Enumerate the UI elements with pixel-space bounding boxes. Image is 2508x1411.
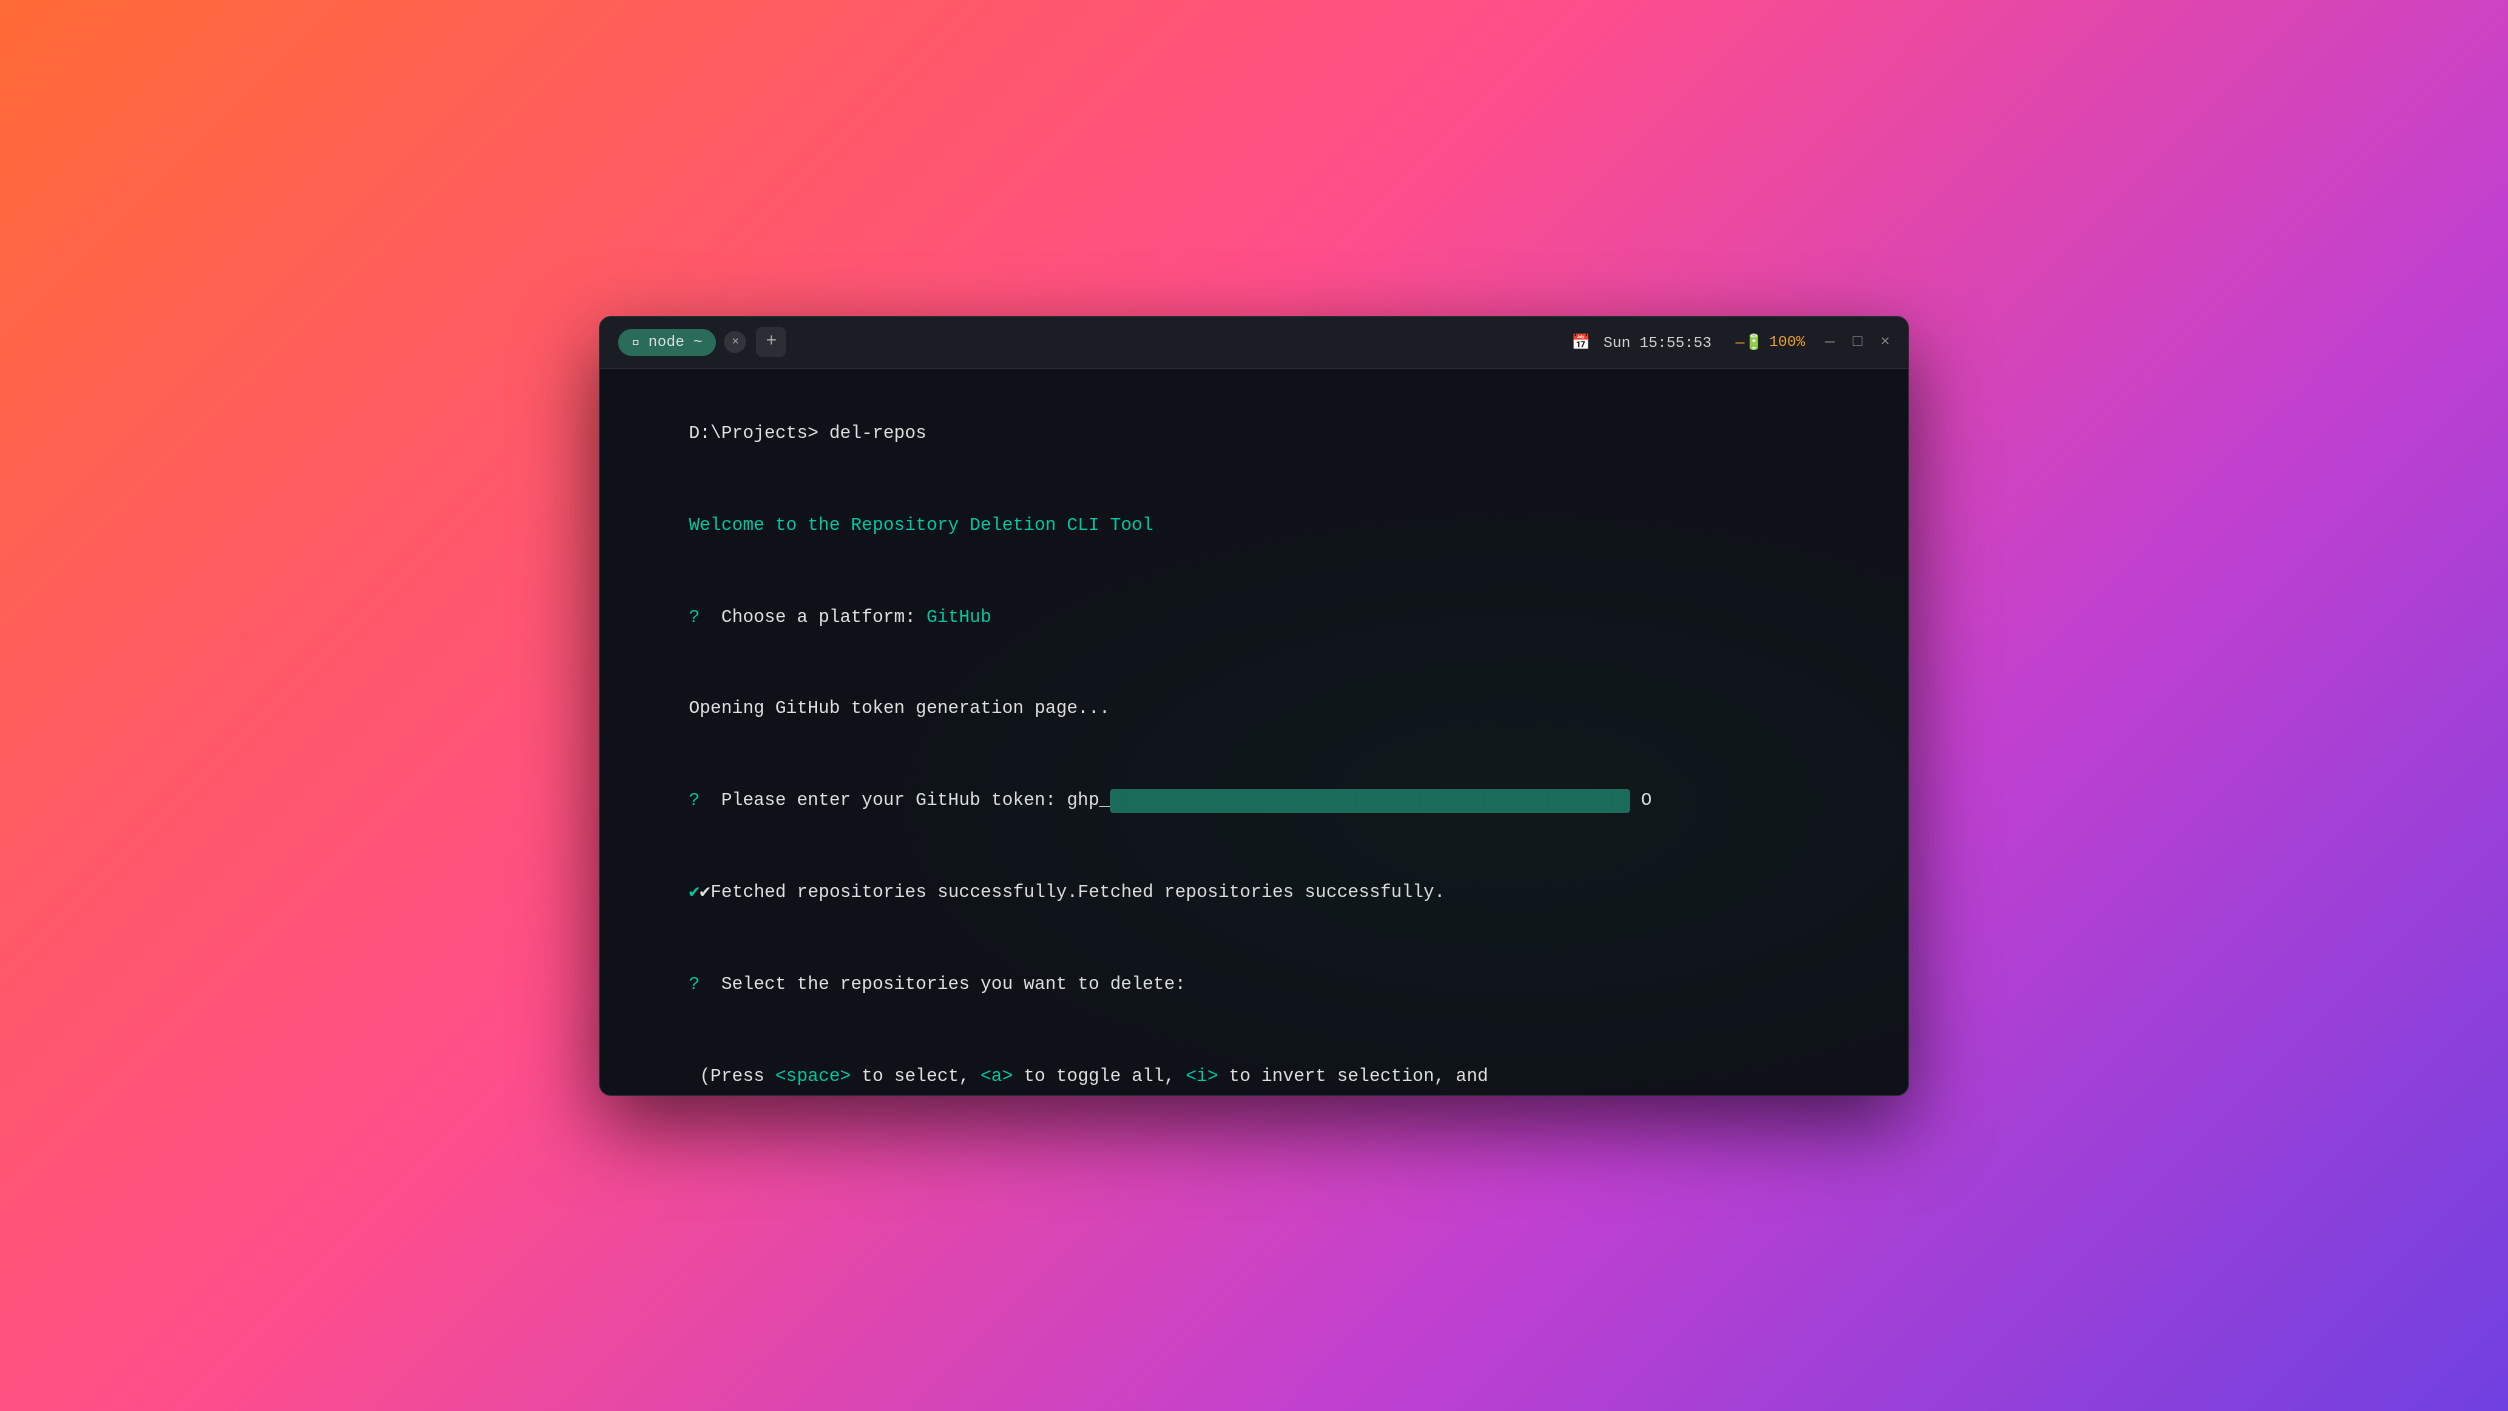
tab-label: node ~	[648, 334, 702, 351]
terminal-select-line: ? Select the repositories you want to de…	[624, 939, 1884, 1031]
terminal-window:  node ~ × + 📅 Sun 15:55:53 —🔋 100% — □ …	[599, 316, 1909, 1096]
question-mark-2: ?	[689, 791, 711, 811]
terminal-body[interactable]: D:\Projects> del-repos Welcome to the Re…	[600, 369, 1908, 1095]
active-tab[interactable]:  node ~	[618, 329, 716, 356]
maximize-button[interactable]: □	[1853, 333, 1863, 351]
terminal-prompt-line: D:\Projects> del-repos	[624, 389, 1884, 481]
window-controls: — □ ×	[1825, 333, 1890, 351]
titlebar:  node ~ × + 📅 Sun 15:55:53 —🔋 100% — □ …	[600, 317, 1908, 369]
question-mark-3: ?	[689, 975, 711, 995]
battery-display: —🔋 100%	[1735, 333, 1805, 352]
terminal-token-line: ? Please enter your GitHub token: ghp_██…	[624, 756, 1884, 848]
terminal-platform-line: ? Choose a platform: GitHub	[624, 572, 1884, 664]
minimize-button[interactable]: —	[1825, 333, 1835, 351]
token-hidden: ████████████████████████████████████████	[1110, 789, 1630, 813]
close-tab-button[interactable]: ×	[724, 331, 746, 353]
checkmark-icon: ✔	[689, 883, 700, 903]
apple-icon: 	[632, 334, 640, 350]
titlebar-right: 📅 Sun 15:55:53 —🔋 100%	[1572, 333, 1805, 352]
datetime-display: 📅 Sun 15:55:53	[1572, 333, 1712, 352]
question-mark-1: ?	[689, 608, 711, 628]
terminal-welcome-line: Welcome to the Repository Deletion CLI T…	[624, 480, 1884, 572]
terminal-fetched-line: ✔✔Fetched repositories successfully.Fetc…	[624, 847, 1884, 939]
terminal-opening-line: Opening GitHub token generation page...	[624, 664, 1884, 756]
terminal-instructions-line1: (Press <space> to select, <a> to toggle …	[624, 1031, 1884, 1095]
calendar-icon: 📅	[1572, 335, 1591, 352]
battery-icon: —🔋	[1735, 333, 1763, 352]
close-button[interactable]: ×	[1880, 333, 1890, 351]
add-tab-button[interactable]: +	[756, 327, 786, 357]
